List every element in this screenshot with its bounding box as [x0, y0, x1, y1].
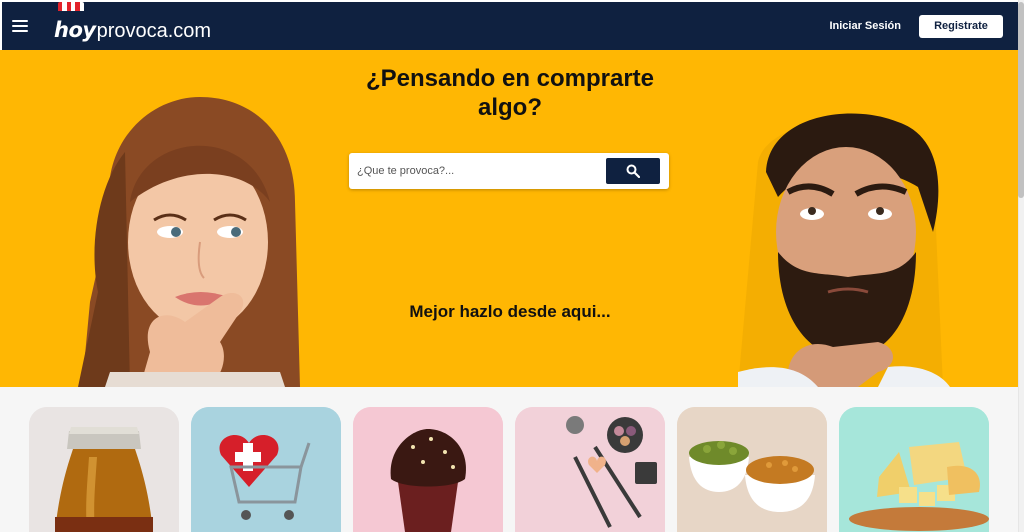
- search-icon: [626, 164, 640, 178]
- hamburger-menu-icon[interactable]: [12, 14, 36, 38]
- login-link[interactable]: Iniciar Sesión: [829, 20, 901, 32]
- category-card-beauty[interactable]: [515, 407, 665, 532]
- register-button[interactable]: Registrate: [919, 14, 1003, 38]
- category-card-desserts[interactable]: [353, 407, 503, 532]
- logo-awning-icon: [58, 2, 84, 11]
- search-bar: [349, 153, 669, 189]
- category-strip: [0, 387, 1018, 532]
- category-card-health[interactable]: [191, 407, 341, 532]
- hero-banner: ¿Pensando en comprarte algo? Mejor hazlo…: [0, 50, 1018, 387]
- vertical-scrollbar[interactable]: [1018, 0, 1024, 532]
- search-input[interactable]: [357, 162, 597, 180]
- snacks-image: [677, 407, 827, 532]
- hero-title: ¿Pensando en comprarte algo?: [365, 65, 655, 121]
- category-card-beer[interactable]: [29, 407, 179, 532]
- man-thinking-image: [738, 113, 950, 387]
- logo-hoy-text: hoy: [54, 18, 96, 42]
- search-button[interactable]: [606, 158, 660, 184]
- heart-cart-image: [191, 407, 341, 532]
- scrollbar-thumb[interactable]: [1018, 2, 1024, 198]
- cheese-image: [839, 407, 989, 532]
- top-navbar: hoy provoca.com Iniciar Sesión Registrat…: [2, 2, 1018, 50]
- category-card-cheese[interactable]: [839, 407, 989, 532]
- makeup-image: [515, 407, 665, 532]
- hero-subtitle: Mejor hazlo desde aqui...: [409, 302, 611, 321]
- beer-bottle-image: [29, 407, 179, 532]
- category-card-snacks[interactable]: [677, 407, 827, 532]
- site-logo[interactable]: hoy provoca.com: [54, 2, 212, 42]
- chocolate-cupcake-image: [353, 407, 503, 532]
- woman-thinking-image: [78, 97, 300, 387]
- logo-domain-text: provoca.com: [96, 20, 212, 42]
